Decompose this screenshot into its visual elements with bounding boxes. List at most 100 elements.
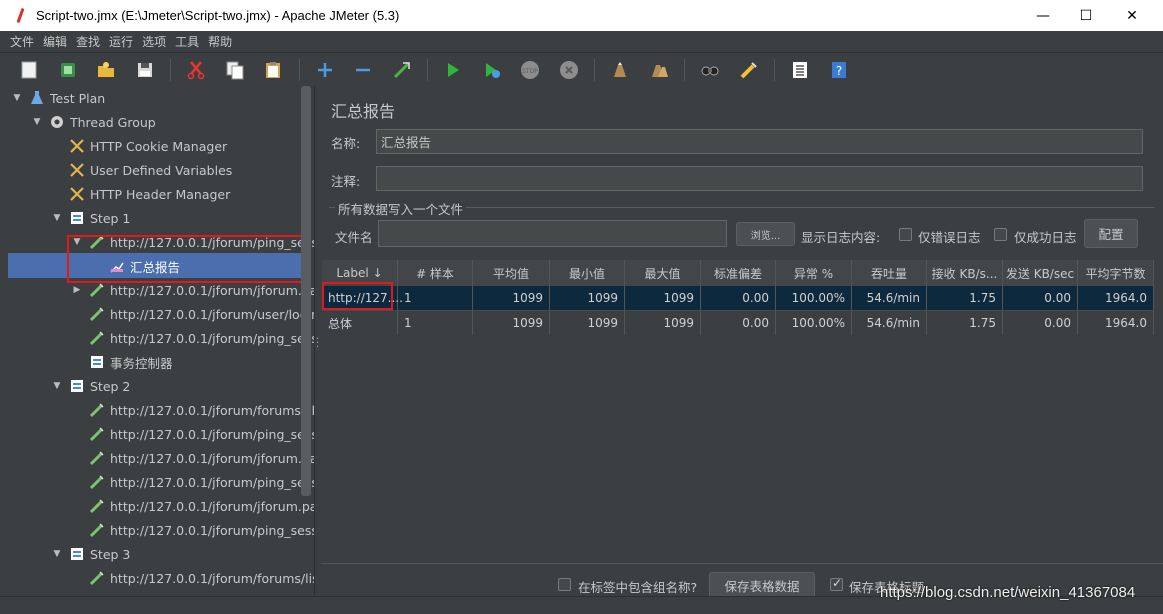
sampler-icon	[88, 569, 106, 587]
filename-input[interactable]	[378, 220, 727, 247]
controller-icon	[68, 545, 86, 563]
clear-icon[interactable]	[607, 57, 633, 83]
tree-item-thread-group[interactable]: ▼ Thread Group	[32, 110, 156, 134]
menu-options[interactable]: 选项	[142, 33, 166, 50]
toggle-icon[interactable]	[389, 57, 415, 83]
open-icon[interactable]	[93, 57, 119, 83]
expand-arrow-icon[interactable]: ▼	[52, 213, 62, 223]
test-plan-icon	[28, 89, 46, 107]
browse-button[interactable]: 浏览...	[736, 222, 795, 246]
reset-search-icon[interactable]	[736, 57, 762, 83]
expand-icon[interactable]	[312, 57, 338, 83]
tree-item-transaction-controller[interactable]: 事务控制器	[88, 350, 173, 374]
column-header-max[interactable]: 最大值	[625, 260, 701, 286]
save-icon[interactable]	[132, 57, 158, 83]
name-input[interactable]: 汇总报告	[376, 129, 1143, 154]
stop-icon[interactable]: STOP	[517, 57, 543, 83]
start-no-pause-icon[interactable]	[479, 57, 505, 83]
tree-item-label: http://127.0.0.1/jforum/ping_sessio	[110, 474, 314, 490]
menu-search[interactable]: 查找	[76, 33, 100, 50]
column-header-average[interactable]: 平均值	[473, 260, 550, 286]
help-icon[interactable]: ?	[826, 57, 852, 83]
sampler-icon	[88, 305, 106, 323]
table-row[interactable]: 总体 1 1099 1099 1099 0.00 100.00% 54.6/mi…	[322, 310, 1154, 335]
cell-std-dev: 0.00	[701, 286, 776, 310]
column-header-error-pct[interactable]: 异常 %	[776, 260, 852, 286]
menu-help[interactable]: 帮助	[208, 33, 232, 50]
comment-input[interactable]	[376, 166, 1143, 191]
new-icon[interactable]	[16, 57, 42, 83]
save-table-header-checkbox[interactable]	[830, 576, 843, 591]
close-button[interactable]: ✕	[1109, 0, 1155, 31]
table-header: Label ↓ # 样本 平均值 最小值 最大值 标准偏差 异常 % 吞吐量 接…	[322, 260, 1154, 286]
toolbar-separator	[774, 59, 775, 81]
expand-arrow-icon[interactable]: ▼	[12, 93, 22, 103]
function-helper-icon[interactable]	[787, 57, 813, 83]
tree-item-sampler[interactable]: http://127.0.0.1/jforum/ping_sessio	[88, 518, 314, 542]
menu-tools[interactable]: 工具	[175, 33, 199, 50]
menu-file[interactable]: 文件	[10, 33, 34, 50]
tree-item-step-2[interactable]: ▼ Step 2	[52, 374, 131, 398]
file-group-title: 所有数据写入一个文件	[335, 199, 467, 218]
column-header-std-dev[interactable]: 标准偏差	[701, 260, 776, 286]
toolbar-separator	[427, 59, 428, 81]
shutdown-icon[interactable]	[556, 57, 582, 83]
tree-item-step-1[interactable]: ▼ Step 1	[52, 206, 131, 230]
sampler-icon	[88, 401, 106, 419]
maximize-button[interactable]: ☐	[1063, 0, 1109, 31]
tree-item-user-defined-variables[interactable]: User Defined Variables	[68, 158, 232, 182]
column-header-throughput[interactable]: 吞吐量	[852, 260, 927, 286]
include-group-name-checkbox[interactable]	[558, 578, 571, 591]
tree-item-sampler[interactable]: http://127.0.0.1/jforum/ping_sessio	[88, 470, 314, 494]
expand-arrow-icon[interactable]: ▼	[52, 381, 62, 391]
menu-edit[interactable]: 编辑	[43, 33, 67, 50]
tree-item-sampler[interactable]: http://127.0.0.1/jforum/user/login.pa	[88, 302, 314, 326]
start-icon[interactable]	[440, 57, 466, 83]
tree-item-sampler[interactable]: http://127.0.0.1/jforum/jforum.page	[88, 446, 314, 470]
collapse-icon[interactable]	[350, 57, 376, 83]
errors-only-label: 仅错误日志	[918, 230, 981, 245]
clear-all-icon[interactable]	[646, 57, 672, 83]
expand-arrow-icon[interactable]: ▼	[52, 549, 62, 559]
comment-label: 注释:	[331, 174, 361, 189]
tree-item-header-manager[interactable]: HTTP Header Manager	[68, 182, 230, 206]
expand-arrow-icon[interactable]: ▶	[72, 285, 82, 295]
paste-icon[interactable]	[260, 57, 286, 83]
cell-sent-kbs: 0.00	[1003, 286, 1078, 310]
configure-button[interactable]: 配置	[1084, 219, 1138, 248]
column-header-samples[interactable]: # 样本	[398, 260, 473, 286]
tree-scrollbar[interactable]	[301, 86, 311, 496]
tree-item-sampler[interactable]: http://127.0.0.1/jforum/forums/show	[88, 398, 314, 422]
sampler-icon	[88, 329, 106, 347]
table-row[interactable]: http://127.... 1 1099 1099 1099 0.00 100…	[322, 286, 1154, 310]
tree-item-test-plan[interactable]: ▼ Test Plan	[12, 86, 106, 110]
window-titlebar: Script-two.jmx (E:\Jmeter\Script-two.jmx…	[0, 0, 1163, 31]
config-tools-icon	[68, 137, 86, 155]
column-header-received-kbs[interactable]: 接收 KB/s...	[927, 260, 1003, 286]
tree-item-label: http://127.0.0.1/jforum/ping_sessio	[110, 426, 314, 442]
errors-only-checkbox[interactable]	[899, 228, 912, 241]
toolbar-separator	[684, 59, 685, 81]
tree-item-step-3[interactable]: ▼ Step 3	[52, 542, 131, 566]
cell-received-kbs: 1.75	[927, 286, 1003, 310]
menu-run[interactable]: 运行	[109, 33, 133, 50]
cell-average: 1099	[473, 311, 550, 335]
copy-icon[interactable]	[222, 57, 248, 83]
splitter-grip-icon[interactable]: · · ·	[316, 335, 319, 353]
tree-item-cookie-manager[interactable]: HTTP Cookie Manager	[68, 134, 227, 158]
search-icon[interactable]	[697, 57, 723, 83]
tree-item-sampler[interactable]: http://127.0.0.1/jforum/jforum.page	[88, 494, 314, 518]
templates-icon[interactable]	[55, 57, 81, 83]
column-header-sent-kbs[interactable]: 发送 KB/sec	[1003, 260, 1078, 286]
success-only-checkbox[interactable]	[994, 228, 1007, 241]
minimize-button[interactable]: —	[1020, 0, 1066, 31]
jmeter-feather-icon	[14, 8, 28, 24]
column-header-min[interactable]: 最小值	[550, 260, 625, 286]
expand-arrow-icon[interactable]: ▼	[32, 117, 42, 127]
tree-item-sampler[interactable]: http://127.0.0.1/jforum/ping_sessio	[88, 326, 314, 350]
tree-item-sampler[interactable]: http://127.0.0.1/jforum/forums/list.p	[88, 566, 314, 590]
tree-item-sampler[interactable]: http://127.0.0.1/jforum/ping_sessio	[88, 422, 314, 446]
cut-icon[interactable]	[183, 57, 209, 83]
column-header-avg-bytes[interactable]: 平均字节数	[1078, 260, 1154, 286]
save-table-data-button[interactable]: 保存表格数据	[709, 572, 815, 598]
